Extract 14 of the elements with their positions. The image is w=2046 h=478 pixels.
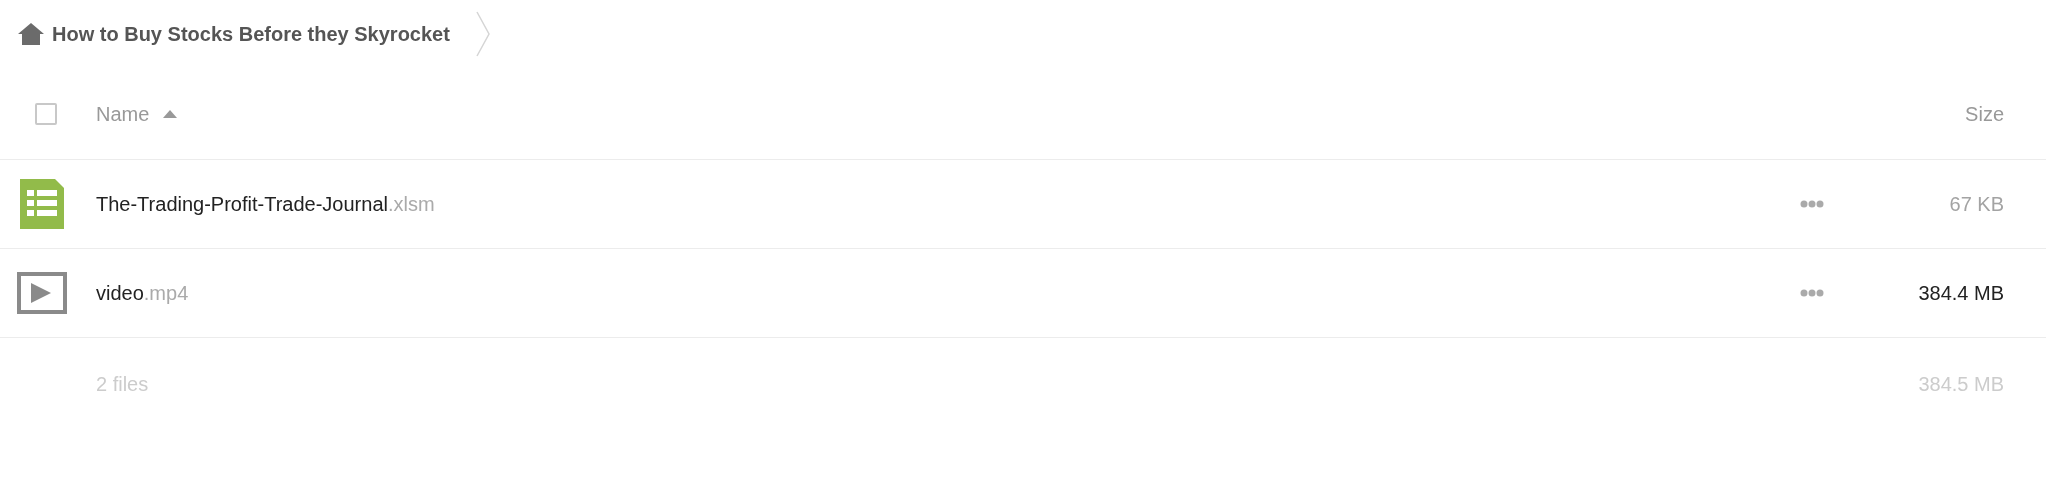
video-icon [17, 272, 67, 314]
file-name[interactable]: video [96, 278, 144, 308]
file-extension: .xlsm [387, 192, 435, 217]
home-icon[interactable] [18, 23, 44, 45]
folder-title[interactable]: How to Buy Stocks Before they Skyrocket [52, 19, 450, 49]
spreadsheet-icon [20, 179, 64, 229]
select-all-checkbox[interactable] [35, 102, 57, 125]
file-size: 67 KB [1949, 192, 2004, 217]
chevron-icon [475, 11, 490, 57]
file-size: 384.4 MB [1918, 281, 2004, 306]
file-name[interactable]: The-Trading-Profit-Trade-Journal [96, 189, 388, 219]
more-icon[interactable] [1800, 200, 1824, 208]
file-extension: .mp4 [143, 281, 189, 306]
more-icon[interactable] [1800, 289, 1824, 297]
